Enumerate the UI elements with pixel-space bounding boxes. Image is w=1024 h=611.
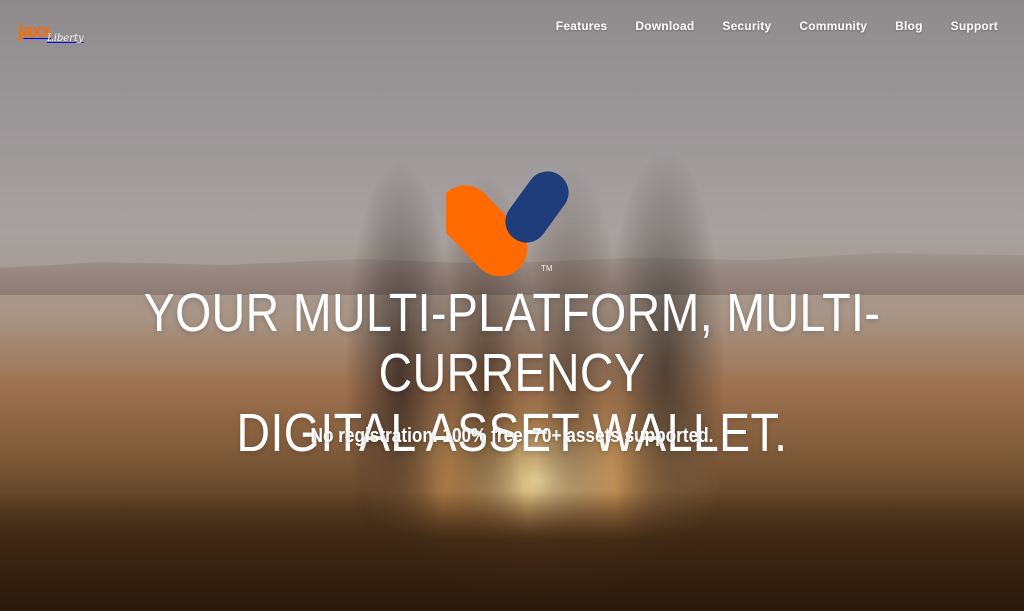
nav-features-link[interactable]: Features [556,19,608,33]
nav-blog-link[interactable]: Blog [895,19,922,33]
ground-foreground [0,491,1024,611]
nav-security-link[interactable]: Security [722,19,771,33]
headline-line-1: YOUR MULTI-PLATFORM, MULTI-CURRENCY [143,283,881,403]
jaxx-liberty-logo[interactable]: jaxx Liberty [18,12,84,44]
hero-tagline: No registration. 100% free. 70+ assets s… [310,425,714,447]
nav-support-link[interactable]: Support [951,19,998,33]
nav-community-link[interactable]: Community [799,19,867,33]
logo-subtext: Liberty [47,33,84,44]
top-navigation: jaxx Liberty Features Download Security … [0,0,1024,52]
nav-download-link[interactable]: Download [635,19,694,33]
jaxx-heart-logo-icon [446,171,569,276]
trademark-mark: TM [541,264,553,273]
main-menu: Features Download Security Community Blo… [556,19,998,33]
